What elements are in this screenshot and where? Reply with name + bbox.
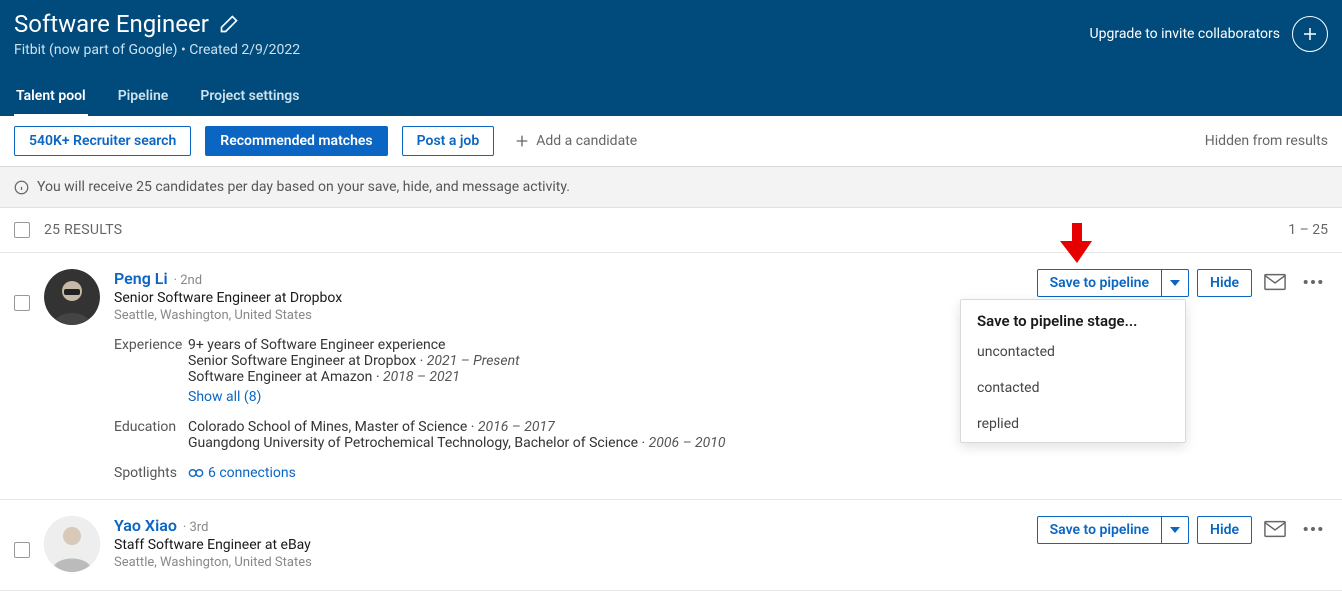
recommended-matches-button[interactable]: Recommended matches	[205, 126, 387, 156]
toolbar: 540K+ Recruiter search Recommended match…	[0, 116, 1342, 167]
more-actions-button[interactable]	[1298, 516, 1328, 542]
avatar[interactable]	[44, 269, 100, 325]
candidate-card: Peng Li · 2nd Senior Software Engineer a…	[0, 253, 1342, 500]
dropdown-title: Save to pipeline stage...	[961, 300, 1185, 334]
hide-button[interactable]: Hide	[1197, 516, 1252, 544]
spotlights-label: Spotlights	[114, 465, 188, 481]
candidate-actions: Save to pipeline Hide	[1037, 516, 1328, 544]
connections-icon	[188, 468, 204, 478]
pipeline-stage-dropdown: Save to pipeline stage... uncontacted co…	[960, 299, 1186, 443]
education-line: Colorado School of Mines, Master of Scie…	[188, 419, 726, 435]
save-to-pipeline-dropdown-toggle[interactable]	[1162, 269, 1189, 297]
experience-label: Experience	[114, 337, 188, 405]
save-to-pipeline-button[interactable]: Save to pipeline	[1037, 516, 1162, 544]
message-button[interactable]	[1260, 269, 1290, 295]
show-all-experience-link[interactable]: Show all (8)	[188, 389, 261, 405]
select-all-checkbox[interactable]	[14, 222, 30, 238]
recruiter-search-button[interactable]: 540K+ Recruiter search	[14, 126, 191, 156]
project-tabs: Talent pool Pipeline Project settings	[14, 80, 1328, 116]
tab-talent-pool[interactable]: Talent pool	[14, 80, 88, 116]
education-line: Guangdong University of Petrochemical Te…	[188, 435, 726, 451]
save-to-pipeline-button[interactable]: Save to pipeline	[1037, 269, 1162, 297]
hidden-from-results-link[interactable]: Hidden from results	[1205, 133, 1328, 149]
hide-button[interactable]: Hide	[1197, 269, 1252, 297]
add-candidate-button[interactable]: Add a candidate	[514, 133, 637, 149]
message-button[interactable]	[1260, 516, 1290, 542]
project-title: Software Engineer	[14, 10, 209, 38]
experience-line: 9+ years of Software Engineer experience	[188, 337, 520, 353]
results-bar: 25 RESULTS 1 – 25	[0, 208, 1342, 253]
annotation-arrow-icon	[1060, 223, 1094, 267]
project-subtitle: Fitbit (now part of Google) • Created 2/…	[14, 42, 300, 58]
dropdown-item-uncontacted[interactable]: uncontacted	[961, 334, 1185, 370]
caret-down-icon	[1170, 527, 1180, 533]
candidate-checkbox[interactable]	[14, 295, 30, 311]
envelope-icon	[1264, 520, 1286, 538]
candidate-card: Yao Xiao · 3rd Staff Software Engineer a…	[0, 500, 1342, 591]
caret-down-icon	[1170, 280, 1180, 286]
info-banner-text: You will receive 25 candidates per day b…	[37, 179, 570, 195]
pagination-range: 1 – 25	[1288, 222, 1328, 238]
tab-project-settings[interactable]: Project settings	[198, 80, 301, 116]
education-label: Education	[114, 419, 188, 451]
candidate-checkbox[interactable]	[14, 542, 30, 558]
post-job-button[interactable]: Post a job	[402, 126, 495, 156]
avatar[interactable]	[44, 516, 100, 572]
dropdown-item-replied[interactable]: replied	[961, 406, 1185, 442]
results-count: 25 RESULTS	[44, 222, 122, 238]
connection-degree: · 3rd	[183, 520, 209, 535]
connections-link[interactable]: 6 connections	[188, 465, 296, 481]
upgrade-text: Upgrade to invite collaborators	[1090, 26, 1280, 42]
edit-icon[interactable]	[219, 14, 239, 34]
dropdown-item-contacted[interactable]: contacted	[961, 370, 1185, 406]
info-icon	[14, 180, 29, 195]
experience-line: Senior Software Engineer at Dropbox · 20…	[188, 353, 520, 369]
tab-pipeline[interactable]: Pipeline	[116, 80, 171, 116]
add-candidate-label: Add a candidate	[536, 133, 637, 149]
info-banner: You will receive 25 candidates per day b…	[0, 167, 1342, 208]
add-collaborator-button[interactable]	[1292, 16, 1328, 52]
candidate-name[interactable]: Yao Xiao	[114, 516, 177, 535]
envelope-icon	[1264, 273, 1286, 291]
candidate-location: Seattle, Washington, United States	[114, 555, 1328, 570]
save-to-pipeline-dropdown-toggle[interactable]	[1162, 516, 1189, 544]
connections-count: 6 connections	[208, 465, 296, 481]
more-actions-button[interactable]	[1298, 269, 1328, 295]
candidate-name[interactable]: Peng Li	[114, 269, 168, 288]
connection-degree: · 2nd	[174, 273, 202, 288]
candidate-actions: Save to pipeline Hide	[1037, 269, 1328, 297]
more-horizontal-icon	[1302, 520, 1324, 538]
experience-line: Software Engineer at Amazon · 2018 – 202…	[188, 369, 520, 385]
project-header: Software Engineer Fitbit (now part of Go…	[0, 0, 1342, 116]
more-horizontal-icon	[1302, 273, 1324, 291]
